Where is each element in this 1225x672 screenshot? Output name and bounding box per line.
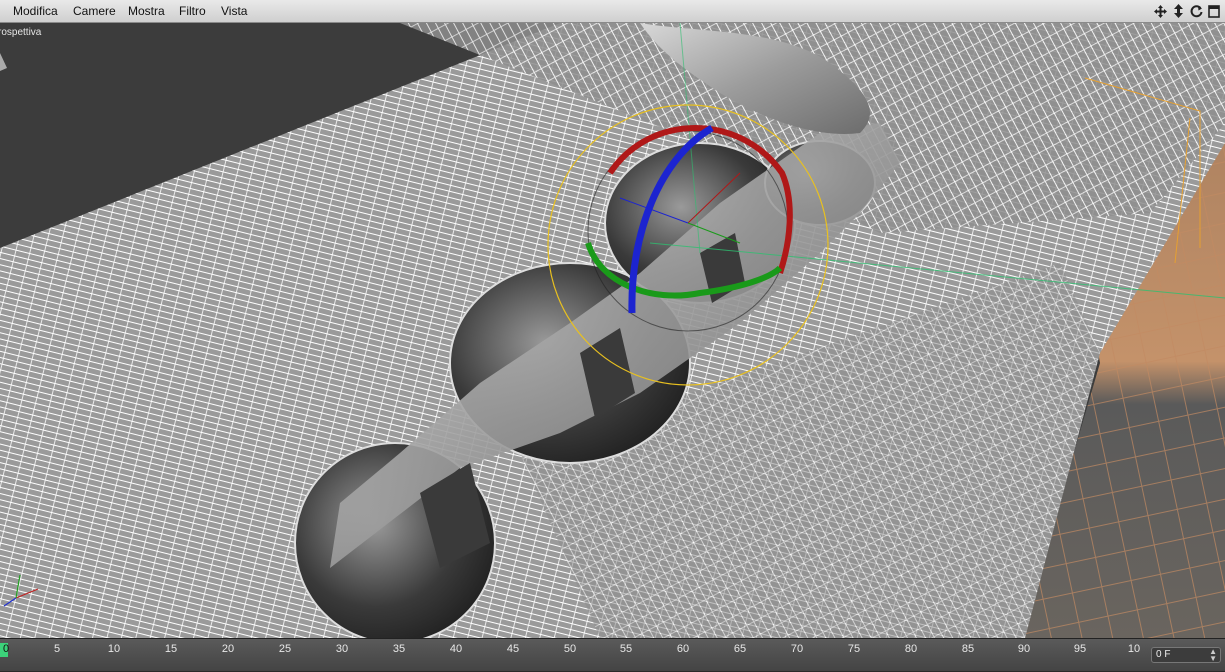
menu-filtro[interactable]: Filtro	[179, 4, 206, 18]
frame-tick: 20	[221, 643, 235, 655]
current-frame-field[interactable]: 0 F ▲ ▼	[1151, 647, 1221, 663]
menu-bar: Modifica Camere Mostra Filtro Vista	[0, 0, 1225, 23]
frame-tick: 55	[619, 643, 633, 655]
menu-modifica[interactable]: Modifica	[13, 4, 58, 18]
frame-tick: 45	[506, 643, 520, 655]
frame-stepper-icon[interactable]: ▲ ▼	[1209, 648, 1217, 663]
frame-tick: 0	[3, 643, 10, 655]
viewport-scene[interactable]	[0, 23, 1225, 638]
frame-tick: 90	[1017, 643, 1031, 655]
menu-mostra[interactable]: Mostra	[128, 4, 165, 18]
view-navigation-icons	[1153, 3, 1221, 19]
current-frame-value: 0 F	[1156, 649, 1171, 660]
menu-camere[interactable]: Camere	[73, 4, 116, 18]
frame-tick: 15	[164, 643, 178, 655]
frame-tick: 65	[733, 643, 747, 655]
frame-tick: 50	[563, 643, 577, 655]
frame-tick: 10	[107, 643, 121, 655]
frame-tick: 30	[335, 643, 349, 655]
frame-tick: 35	[392, 643, 406, 655]
frame-tick: 10	[1127, 643, 1141, 655]
frame-tick: 25	[278, 643, 292, 655]
menu-vista[interactable]: Vista	[221, 4, 247, 18]
frame-tick: 60	[676, 643, 690, 655]
perspective-viewport[interactable]: rospettiva	[0, 23, 1225, 638]
frame-tick: 40	[449, 643, 463, 655]
frame-tick: 85	[961, 643, 975, 655]
timeline-ruler[interactable]: 0 5 10 15 20 25 30 35 40 45 50 55 60 65 …	[0, 638, 1225, 671]
frame-tick: 80	[904, 643, 918, 655]
dolly-view-icon[interactable]	[1171, 3, 1185, 19]
frame-tick: 5	[53, 643, 61, 655]
maximize-view-icon[interactable]	[1207, 3, 1221, 19]
frame-ruler[interactable]: 0 5 10 15 20 25 30 35 40 45 50 55 60 65 …	[0, 639, 1143, 672]
move-view-icon[interactable]	[1153, 3, 1167, 19]
frame-tick: 95	[1073, 643, 1087, 655]
rotate-view-icon[interactable]	[1189, 3, 1203, 19]
frame-tick: 70	[790, 643, 804, 655]
frame-tick: 75	[847, 643, 861, 655]
viewport-label: rospettiva	[0, 27, 42, 38]
